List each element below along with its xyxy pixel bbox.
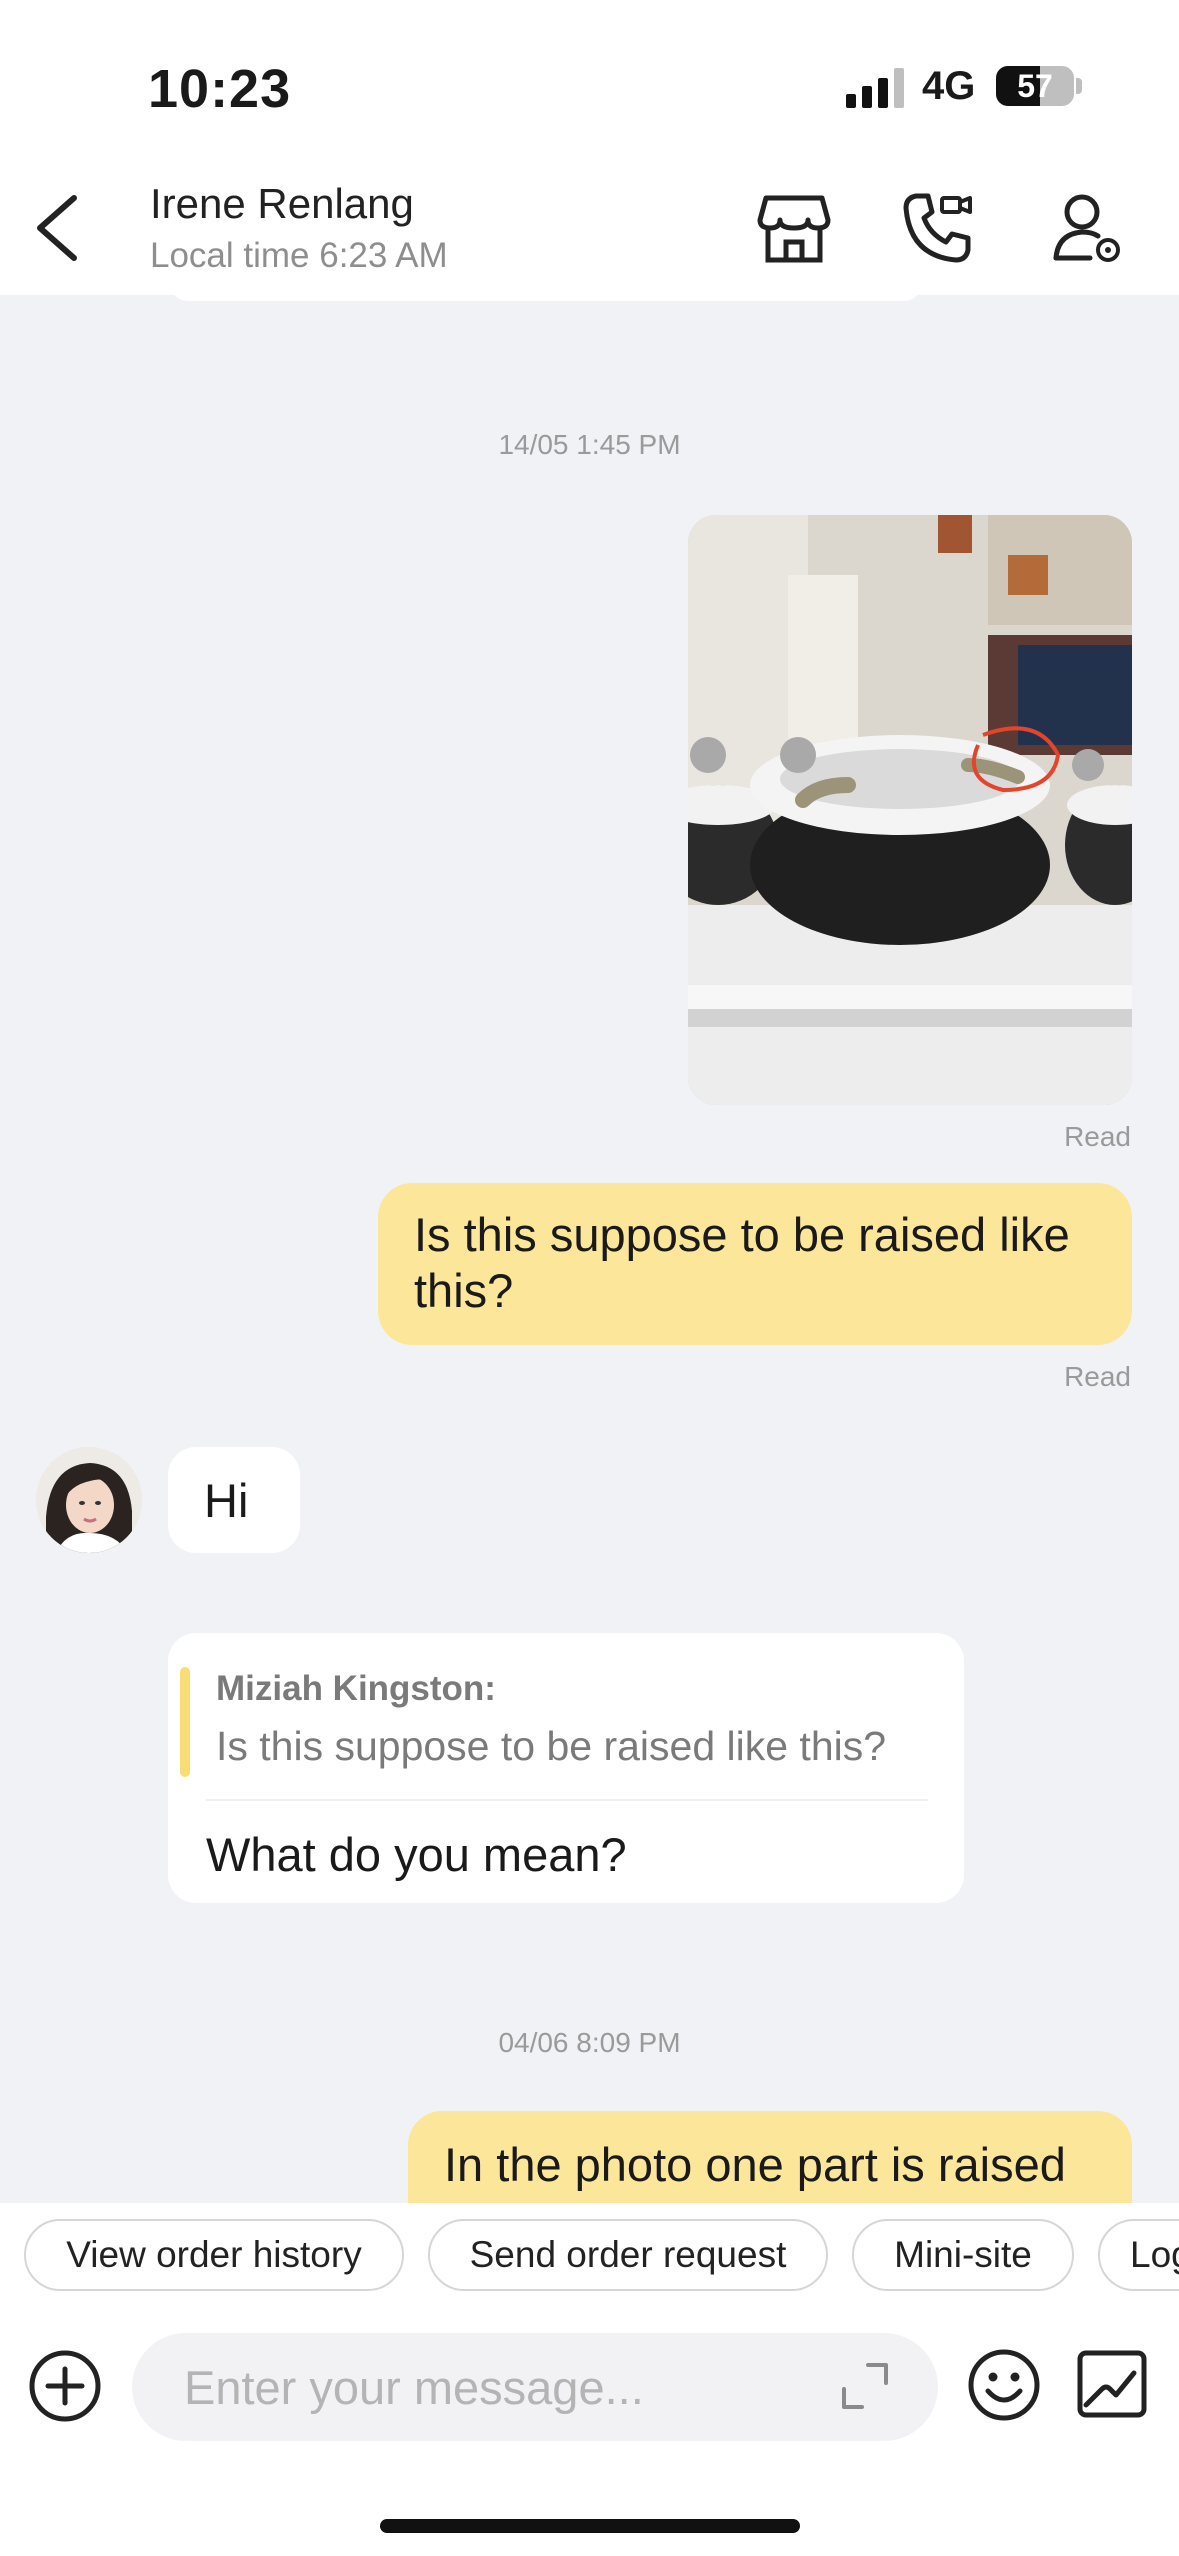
quote-author: Miziah Kingston: <box>216 1669 496 1708</box>
back-button[interactable] <box>28 188 88 268</box>
expand-input-button[interactable] <box>838 2359 892 2413</box>
chat-area[interactable]: 14/05 1:45 PM Read Is this suppose to be… <box>0 295 1179 2203</box>
quoted-reply-message[interactable]: Miziah Kingston: Is this suppose to be r… <box>168 1633 964 1903</box>
back-icon <box>37 195 77 261</box>
sent-message[interactable]: In the photo one part is raised <box>408 2111 1132 2203</box>
emoji-button[interactable] <box>966 2347 1042 2423</box>
quick-actions-bar[interactable]: View order history Send order request Mi… <box>0 2203 1179 2325</box>
mini-site-chip[interactable]: Mini-site <box>852 2219 1074 2291</box>
image-icon <box>1077 2350 1147 2418</box>
message-text: Is this suppose to be raised like <box>414 1208 1070 1261</box>
contact-local-time: Local time 6:23 AM <box>150 236 448 275</box>
read-receipt: Read <box>1064 1121 1131 1152</box>
profile-settings-icon <box>1053 194 1120 262</box>
home-indicator <box>380 2519 800 2533</box>
quote-text: Is this suppose to be raised like this? <box>216 1723 887 1769</box>
sent-photo[interactable] <box>688 515 1132 1105</box>
received-message[interactable]: Hi <box>168 1447 300 1553</box>
message-text: In the photo one part is raised <box>444 2138 1066 2191</box>
contact-name[interactable]: Irene Renlang <box>150 180 414 228</box>
avatar[interactable] <box>36 1447 142 1553</box>
call-button[interactable] <box>900 190 976 266</box>
attach-button[interactable] <box>28 2349 102 2423</box>
battery-cap <box>1076 78 1082 94</box>
timestamp: 14/05 1:45 PM <box>498 429 681 460</box>
battery-percent: 57 <box>1017 68 1053 104</box>
expand-icon <box>842 2363 888 2409</box>
read-receipt: Read <box>1064 1361 1131 1392</box>
battery-icon: 57 <box>996 66 1074 106</box>
gallery-button[interactable] <box>1076 2349 1148 2419</box>
previous-message-edge <box>170 295 922 301</box>
signal-icon <box>846 68 904 108</box>
top-bar: 10:23 4G 57 Irene Renlang Local time 6:2… <box>0 0 1179 295</box>
contact-avatar-image <box>36 1447 142 1553</box>
video-call-icon <box>903 193 972 263</box>
composer-bar <box>0 2325 1179 2556</box>
send-order-request-chip[interactable]: Send order request <box>428 2219 828 2291</box>
message-text: Hi <box>204 1474 249 1527</box>
network-type: 4G <box>922 64 976 108</box>
profile-button[interactable] <box>1050 190 1126 266</box>
timestamp: 04/06 8:09 PM <box>498 2027 681 2058</box>
message-text: this? <box>414 1264 514 1317</box>
view-order-history-chip[interactable]: View order history <box>24 2219 404 2291</box>
smiley-icon <box>968 2349 1040 2421</box>
sent-message[interactable]: Is this suppose to be raised like this? <box>378 1183 1132 1345</box>
product-photo <box>688 515 1132 1105</box>
quote-accent-bar <box>180 1667 190 1777</box>
status-time: 10:23 <box>148 59 292 119</box>
message-input[interactable] <box>132 2333 938 2441</box>
divider <box>206 1799 928 1801</box>
log-chip[interactable]: Log <box>1098 2219 1179 2291</box>
message-text: What do you mean? <box>206 1828 627 1881</box>
store-button[interactable] <box>756 190 832 266</box>
storefront-icon <box>757 195 831 263</box>
plus-circle-icon <box>29 2350 101 2422</box>
